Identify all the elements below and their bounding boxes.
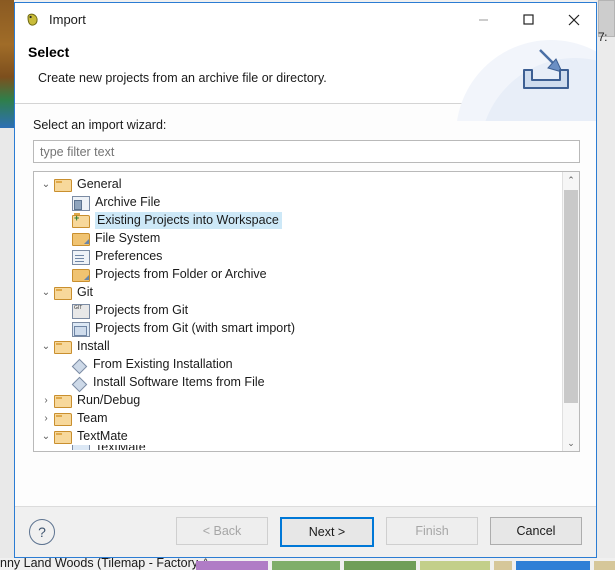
scroll-track[interactable] bbox=[563, 188, 579, 435]
backdrop-panel-left bbox=[0, 128, 15, 558]
maximize-icon[interactable] bbox=[506, 3, 551, 36]
scroll-thumb[interactable] bbox=[564, 190, 578, 403]
tile-swatch[interactable] bbox=[420, 561, 490, 570]
tile-swatch[interactable] bbox=[344, 561, 416, 570]
tree-item-label: General bbox=[77, 176, 122, 191]
tree-item-label: TextMate bbox=[77, 428, 128, 443]
tree-vertical-scrollbar[interactable]: ⌃ ⌄ bbox=[562, 172, 579, 451]
folder-import-icon bbox=[72, 213, 90, 228]
dialog-banner: Select Create new projects from an archi… bbox=[15, 36, 596, 121]
tree-item-label: Existing Projects into Workspace bbox=[95, 211, 282, 229]
wizard-tree[interactable]: ⌄ General Archive File Existing Projects in… bbox=[33, 171, 580, 452]
tree-item[interactable]: ⌄ General bbox=[34, 175, 562, 193]
tree-item[interactable]: ⌄ Git bbox=[34, 283, 562, 301]
tree-item[interactable]: › Run/Debug bbox=[34, 391, 562, 409]
tree-item[interactable]: Projects from Git bbox=[34, 301, 562, 319]
tree-item[interactable]: Projects from Git (with smart import) bbox=[34, 319, 562, 337]
minimize-icon[interactable] bbox=[461, 3, 506, 36]
folder-icon bbox=[72, 269, 90, 282]
tree-item-label: File System bbox=[95, 230, 161, 245]
tree-item-label: Projects from Folder or Archive bbox=[95, 266, 267, 281]
window-controls bbox=[461, 3, 596, 36]
tile-swatch[interactable] bbox=[516, 561, 590, 570]
tree-item[interactable]: › Team bbox=[34, 409, 562, 427]
tree-item-label: Projects from Git bbox=[95, 302, 189, 317]
chevron-down-icon[interactable]: ⌄ bbox=[38, 179, 54, 190]
close-icon[interactable] bbox=[551, 3, 596, 36]
tree-item-label: Install Software Items from File bbox=[93, 374, 265, 389]
dialog-buttons: < Back Next > Finish Cancel bbox=[176, 517, 582, 547]
tree-item[interactable]: Install Software Items from File bbox=[34, 373, 562, 391]
tree-item[interactable]: Archive File bbox=[34, 193, 562, 211]
import-tray-icon bbox=[510, 46, 578, 98]
tree-item[interactable]: ⌄ Install bbox=[34, 337, 562, 355]
folder-open-icon bbox=[54, 413, 72, 426]
backdrop-status-text: nny Land Woods (Tilemap - Factory - bbox=[0, 556, 206, 570]
chevron-down-icon[interactable]: ⌄ bbox=[38, 431, 54, 442]
backdrop-tilemap-left bbox=[0, 0, 14, 128]
wizard-select-label: Select an import wizard: bbox=[33, 118, 167, 132]
finish-button: Finish bbox=[386, 517, 478, 545]
tree-item-label: Preferences bbox=[95, 248, 163, 263]
dialog-body: Select an import wizard: ⌄ General Archive… bbox=[15, 104, 596, 506]
tile-swatch[interactable] bbox=[494, 561, 512, 570]
backdrop-panel-right bbox=[596, 0, 615, 560]
tile-swatch[interactable] bbox=[272, 561, 340, 570]
tree-item-label: Archive File bbox=[95, 194, 161, 209]
install-icon bbox=[72, 359, 88, 372]
tile-swatch[interactable] bbox=[594, 561, 615, 570]
cancel-button[interactable]: Cancel bbox=[490, 517, 582, 545]
folder-open-icon bbox=[54, 341, 72, 354]
tree-item[interactable]: Existing Projects into Workspace bbox=[34, 211, 562, 229]
back-button: < Back bbox=[176, 517, 268, 545]
scroll-down-icon[interactable]: ⌄ bbox=[563, 435, 579, 451]
tree-item-label: Run/Debug bbox=[77, 392, 141, 407]
filter-input[interactable] bbox=[33, 140, 580, 163]
folder-open-icon bbox=[54, 395, 72, 408]
tile-swatch[interactable] bbox=[196, 561, 268, 570]
chevron-down-icon[interactable]: ⌄ bbox=[38, 287, 54, 298]
tree-item[interactable]: File System bbox=[34, 229, 562, 247]
git-smart-icon bbox=[72, 321, 90, 337]
tree-item-label: Team bbox=[77, 410, 108, 425]
help-icon[interactable]: ? bbox=[29, 519, 55, 545]
next-button[interactable]: Next > bbox=[280, 517, 374, 547]
backdrop-right-label: 7: bbox=[598, 30, 608, 44]
chevron-right-icon[interactable]: › bbox=[38, 413, 54, 424]
dialog-footer: ? < Back Next > Finish Cancel bbox=[15, 506, 596, 557]
tree-item[interactable]: From Existing Installation bbox=[34, 355, 562, 373]
chevron-right-icon[interactable]: › bbox=[38, 395, 54, 406]
archive-file-icon bbox=[72, 195, 90, 211]
tree-item-label: From Existing Installation bbox=[93, 356, 233, 371]
wizard-tree-rows[interactable]: ⌄ General Archive File Existing Projects in… bbox=[34, 172, 562, 451]
dialog-title: Import bbox=[49, 12, 86, 27]
import-wizard-icon bbox=[25, 12, 41, 28]
preferences-icon bbox=[72, 249, 90, 265]
tree-item-label: Install bbox=[77, 338, 110, 353]
folder-open-icon bbox=[54, 287, 72, 300]
tree-item[interactable]: Projects from Folder or Archive bbox=[34, 265, 562, 283]
tree-item-clipped[interactable]: TextMate bbox=[34, 445, 562, 450]
tree-item[interactable]: ⌄ TextMate bbox=[34, 427, 562, 445]
scroll-up-icon[interactable]: ⌃ bbox=[563, 172, 579, 188]
folder-open-icon bbox=[54, 431, 72, 444]
folder-icon bbox=[72, 233, 90, 246]
tree-item-label: Projects from Git (with smart import) bbox=[95, 320, 296, 335]
install-icon bbox=[72, 377, 88, 390]
tree-item[interactable]: Preferences bbox=[34, 247, 562, 265]
tree-item-label: Git bbox=[77, 284, 93, 299]
chevron-down-icon[interactable]: ⌄ bbox=[38, 341, 54, 352]
dialog-titlebar[interactable]: Import bbox=[15, 3, 596, 36]
import-dialog: Import Select Create new projects from a… bbox=[14, 2, 597, 558]
git-icon bbox=[72, 303, 90, 319]
folder-open-icon bbox=[54, 179, 72, 192]
